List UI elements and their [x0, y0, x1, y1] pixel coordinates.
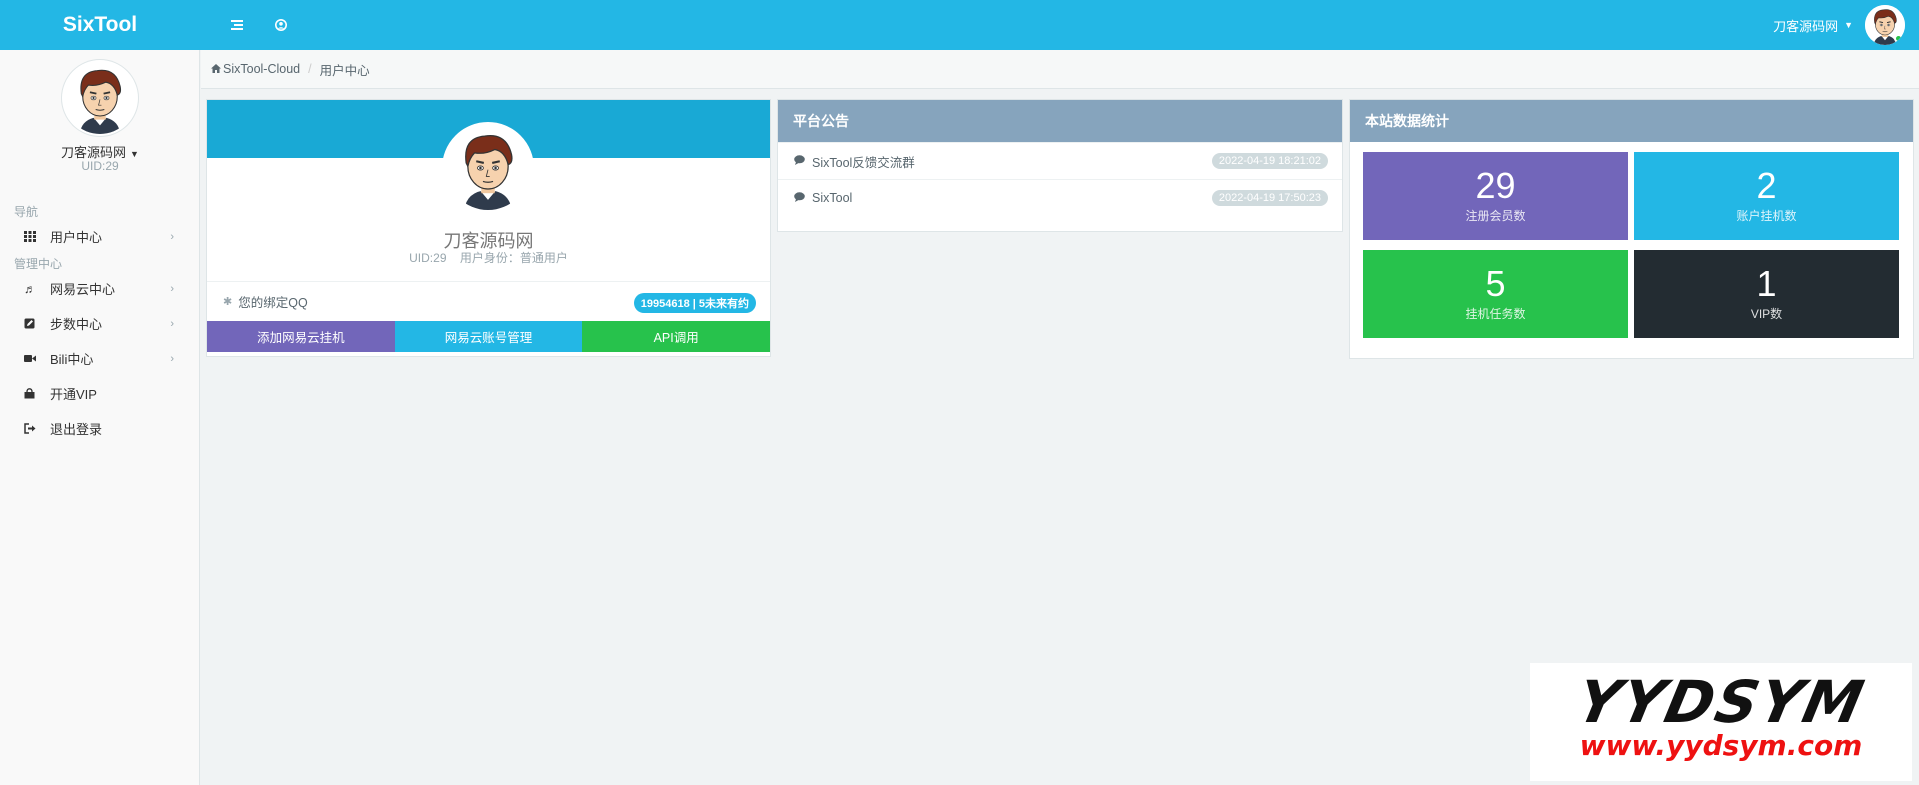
section-admin-label: 管理中心	[14, 257, 63, 271]
api-call-button[interactable]: API调用	[582, 321, 770, 352]
sidebar-item-bili[interactable]: Bili中心 ›	[0, 341, 200, 376]
profile-panel: 刀客源码网 UID:29 用户身份：普通用户 ✱ 您的绑定QQ 19954618…	[206, 99, 771, 357]
caret-down-icon: ▼	[130, 149, 139, 159]
sidebar-uid: UID:29	[81, 159, 119, 173]
sidebar-item-netease[interactable]: ♬ 网易云中心 ›	[0, 271, 200, 306]
sidebar-item-label: 步数中心	[50, 317, 103, 332]
caret-down-icon: ▼	[1844, 20, 1853, 30]
stat-account-hangs: 2 账户挂机数	[1634, 152, 1899, 240]
profile-action-buttons: 添加网易云挂机 网易云账号管理 API调用	[207, 321, 770, 352]
music-icon: ♬	[24, 281, 36, 296]
sidebar-avatar[interactable]	[64, 62, 136, 134]
sidebar-user-name-text: 刀客源码网	[61, 145, 127, 160]
grid-icon	[24, 231, 50, 242]
section-nav-label: 导航	[14, 205, 39, 219]
user-name: 刀客源码网	[1773, 18, 1839, 34]
edit-icon	[24, 318, 50, 329]
watermark-text: YYDSYM	[1570, 668, 1872, 736]
netease-account-manage-button[interactable]: 网易云账号管理	[394, 321, 583, 352]
notice-time-badge: 2022-04-19 18:21:02	[1211, 153, 1328, 169]
stat-value: 1	[1756, 263, 1777, 304]
stat-label: 挂机任务数	[1465, 307, 1526, 321]
profile-qq-row: ✱ 您的绑定QQ 19954618 | 5未来有约	[207, 281, 770, 321]
profile-role: 用户身份：普通用户	[459, 251, 568, 265]
asterisk-icon: ✱	[223, 296, 233, 308]
profile-avatar	[442, 122, 534, 214]
stat-label: 账户挂机数	[1736, 209, 1797, 223]
profile-uid: UID:29	[409, 251, 447, 265]
stat-label: VIP数	[1750, 307, 1783, 321]
chevron-right-icon: ›	[170, 317, 174, 330]
stat-vip-count: 1 VIP数	[1634, 250, 1899, 338]
stat-value: 2	[1756, 165, 1777, 206]
brand-logo[interactable]: SixTool	[0, 0, 200, 50]
video-icon	[24, 354, 50, 363]
sidebar-item-label: 用户中心	[50, 230, 103, 245]
stat-label: 注册会员数	[1465, 209, 1526, 223]
sidebar-item-user-center[interactable]: 用户中心 ›	[0, 219, 200, 254]
comment-icon	[794, 154, 805, 168]
user-circle-icon[interactable]	[266, 0, 296, 50]
stats-panel-title: 本站数据统计	[1350, 100, 1913, 142]
sidebar-item-label: 网易云中心	[50, 282, 116, 297]
avatar	[1865, 5, 1905, 45]
breadcrumb: SixTool-Cloud / 用户中心	[201, 50, 1919, 89]
notice-panel: 平台公告 SixTool反馈交流群 2022-04-19 18:21:02 Si…	[777, 99, 1343, 232]
notice-item[interactable]: SixTool反馈交流群 2022-04-19 18:21:02	[778, 142, 1342, 179]
watermark-logo: YYDSYM www.yydsym.com	[1530, 663, 1912, 781]
top-navbar: SixTool 刀客源码网 ▼	[0, 0, 1919, 50]
chevron-right-icon: ›	[170, 282, 174, 295]
sidebar: 刀客源码网 ▼ UID:29 导航 用户中心 › 管理中心 ♬ 网易云中心 › 步…	[0, 50, 200, 785]
stat-value: 5	[1485, 263, 1506, 304]
notice-item[interactable]: SixTool 2022-04-19 17:50:23	[778, 179, 1342, 216]
notice-text: SixTool	[812, 191, 853, 205]
comment-icon	[794, 191, 805, 205]
sidebar-item-vip[interactable]: 开通VIP	[0, 376, 200, 411]
breadcrumb-current: 用户中心	[319, 63, 370, 78]
online-status-dot	[1894, 34, 1903, 43]
notice-panel-title: 平台公告	[778, 100, 1342, 142]
logout-icon	[24, 423, 50, 434]
stats-panel: 本站数据统计 29 注册会员数 2 账户挂机数 5 挂机任务数 1 VIP数	[1349, 99, 1914, 359]
chevron-right-icon: ›	[170, 352, 174, 365]
chevron-right-icon: ›	[170, 230, 174, 243]
sidebar-item-label: 开通VIP	[50, 387, 97, 402]
home-icon	[211, 62, 221, 76]
bag-icon	[24, 388, 50, 399]
sidebar-item-logout[interactable]: 退出登录	[0, 411, 200, 446]
menu-icon[interactable]	[222, 0, 252, 50]
add-netease-hang-button[interactable]: 添加网易云挂机	[207, 321, 395, 352]
sidebar-item-label: 退出登录	[50, 422, 103, 437]
sidebar-item-label: Bili中心	[50, 352, 94, 367]
breadcrumb-home-link[interactable]: SixTool-Cloud	[223, 62, 300, 76]
user-dropdown[interactable]: 刀客源码网 ▼	[1773, 0, 1905, 50]
stat-registered-members: 29 注册会员数	[1363, 152, 1628, 240]
profile-sub: UID:29 用户身份：普通用户	[207, 249, 770, 266]
stat-value: 29	[1475, 165, 1516, 206]
breadcrumb-separator: /	[308, 62, 312, 76]
notice-time-badge: 2022-04-19 17:50:23	[1211, 190, 1328, 206]
stat-hang-tasks: 5 挂机任务数	[1363, 250, 1628, 338]
qq-label: 您的绑定QQ	[238, 296, 308, 310]
qq-badge: 19954618 | 5未来有约	[633, 293, 756, 313]
notice-text: SixTool反馈交流群	[812, 155, 915, 170]
sidebar-item-steps[interactable]: 步数中心 ›	[0, 306, 200, 341]
